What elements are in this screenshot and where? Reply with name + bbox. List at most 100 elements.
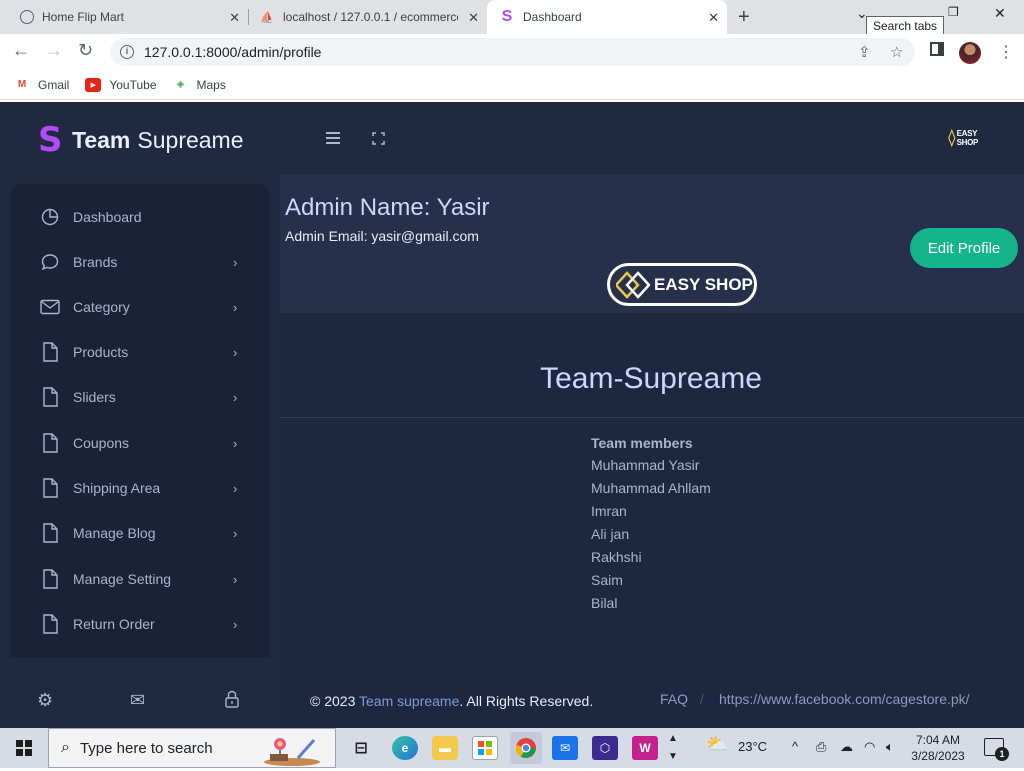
bookmark-maps[interactable]: ◈ Maps — [173, 78, 226, 92]
chevron-right-icon: › — [233, 299, 238, 315]
section-divider — [280, 417, 1024, 418]
close-window-icon[interactable]: ✕ — [994, 5, 1006, 22]
chevron-right-icon: › — [233, 480, 238, 496]
browser-tab-dashboard[interactable]: S Dashboard ✕ — [487, 0, 727, 34]
mail-icon — [40, 297, 60, 317]
sidebar-footer: ⚙ ✉ — [0, 682, 278, 722]
taskbar-search-placeholder: Type here to search — [79, 739, 213, 757]
lock-icon[interactable] — [224, 690, 240, 713]
windows-start-icon[interactable] — [16, 740, 32, 756]
chevron-right-icon: › — [233, 616, 238, 632]
bookmark-gmail[interactable]: M Gmail — [14, 78, 70, 92]
sidebar-item-return-order[interactable]: Return Order › — [10, 604, 270, 644]
chrome-icon[interactable] — [510, 732, 542, 764]
browser-tab-home-flip-mart[interactable]: Home Flip Mart ✕ — [0, 0, 248, 34]
reload-icon[interactable]: ↻ — [78, 40, 93, 61]
volume-icon[interactable]: 🔈︎ — [886, 739, 894, 755]
close-tab-icon[interactable]: ✕ — [708, 10, 719, 26]
visual-studio-icon[interactable]: ⬡ — [592, 736, 618, 760]
sidebar-item-manage-setting[interactable]: Manage Setting › — [10, 559, 270, 599]
file-icon — [40, 523, 60, 543]
onedrive-cloud-icon[interactable]: ☁ — [840, 739, 853, 755]
address-bar[interactable]: i 127.0.0.1:8000/admin/profile — [110, 38, 915, 66]
notification-center-icon[interactable]: 1 — [984, 738, 1009, 761]
sidebar-item-sliders[interactable]: Sliders › — [10, 377, 270, 417]
sidebar-item-category[interactable]: Category › — [10, 287, 270, 327]
notification-count: 1 — [995, 747, 1009, 761]
clock-time: 7:04 AM — [915, 733, 961, 747]
weather-temperature[interactable]: 23°C — [738, 739, 767, 754]
profile-avatar[interactable] — [959, 42, 981, 64]
team-title-text: Team-Supreame — [540, 362, 762, 395]
brand-s-icon: S — [38, 120, 63, 160]
admin-name: Admin Name: Yasir — [285, 194, 490, 221]
hamburger-menu-icon[interactable] — [326, 132, 340, 147]
tab-title: Dashboard — [523, 10, 582, 24]
team-member: Imran — [591, 503, 627, 519]
tab-title: Home Flip Mart — [42, 10, 125, 24]
mail-app-icon[interactable]: ✉ — [552, 736, 578, 760]
chevron-right-icon: › — [233, 571, 238, 587]
bookmark-star-icon[interactable]: ☆ — [890, 43, 903, 61]
kebab-menu-icon[interactable]: ⋮ — [998, 42, 1014, 62]
chevron-right-icon: › — [233, 525, 238, 541]
maps-icon: ◈ — [176, 79, 185, 90]
easy-shop-small-logo[interactable]: EASY SHOP — [948, 126, 990, 150]
clock-date: 3/28/2023 — [911, 749, 965, 763]
main-content: Team-Supreame Team members Muhammad Yasi… — [280, 313, 1024, 728]
file-explorer-icon[interactable]: ▬ — [432, 736, 458, 760]
sidebar-item-shipping-area[interactable]: Shipping Area › — [10, 468, 270, 508]
taskbar-clock[interactable]: 7:04 AM 3/28/2023 — [906, 732, 970, 764]
chevron-right-icon: › — [233, 389, 238, 405]
fullscreen-icon[interactable] — [372, 132, 385, 145]
admin-app: S Team Supreame Dashboard Brands › Categ… — [0, 102, 1024, 728]
close-tab-icon[interactable]: ✕ — [468, 10, 479, 26]
team-members-list: Team members Muhammad Yasir Muhammad Ahl… — [591, 435, 711, 618]
windows-taskbar: ⌕ Type here to search ⊟ e ▬ ✉ ⬡ W ▲ ▼ ⛅ 2… — [0, 728, 1024, 768]
microsoft-store-icon[interactable] — [472, 736, 498, 760]
team-member: Rakhshi — [591, 549, 642, 565]
task-view-icon[interactable]: ⊟ — [348, 736, 374, 760]
brand-logo[interactable]: S Team Supreame — [38, 120, 244, 160]
settings-gear-icon[interactable]: ⚙ — [37, 690, 53, 711]
wifi-icon[interactable]: ◠ — [864, 739, 875, 755]
new-tab-icon[interactable]: + — [738, 6, 750, 29]
side-panel-icon[interactable] — [930, 42, 944, 56]
bookmark-youtube[interactable]: ▶ YouTube — [85, 77, 157, 92]
back-icon[interactable]: ← — [12, 40, 30, 61]
team-title: Team-Supreame — [280, 362, 1024, 396]
admin-email: Admin Email: yasir@gmail.com — [285, 228, 479, 244]
sidebar-item-manage-blog[interactable]: Manage Blog › — [10, 513, 270, 553]
team-supreame-link[interactable]: Team supreame — [359, 693, 459, 709]
edge-browser-icon[interactable]: e — [392, 736, 418, 760]
sidebar-item-brands[interactable]: Brands › — [10, 242, 270, 282]
search-tabs-tooltip: Search tabs — [866, 16, 945, 36]
restore-window-icon[interactable]: ❐ — [948, 5, 959, 19]
sidebar-item-products[interactable]: Products › — [10, 332, 270, 372]
faq-link[interactable]: FAQ — [660, 691, 688, 707]
meet-now-icon[interactable]: ⎙ — [816, 739, 826, 755]
show-hidden-icons-icon[interactable]: ^ — [792, 739, 798, 754]
dashboard-icon — [40, 207, 60, 227]
sidebar-item-dashboard[interactable]: Dashboard — [10, 197, 270, 237]
close-tab-icon[interactable]: ✕ — [229, 10, 240, 26]
brand-name-bold: Team — [72, 126, 131, 153]
browser-tab-bar: Home Flip Mart ✕ ⛵ localhost / 127.0.0.1… — [0, 0, 1024, 36]
site-info-icon[interactable]: i — [120, 45, 134, 59]
edit-profile-button[interactable]: Edit Profile — [910, 228, 1018, 268]
file-icon — [40, 433, 60, 453]
wamp-icon[interactable]: W — [632, 736, 658, 760]
share-icon[interactable]: ⇪ — [858, 43, 871, 61]
sidebar-item-label: Shipping Area — [73, 480, 161, 496]
file-icon — [40, 614, 60, 634]
browser-tab-phpmyadmin[interactable]: ⛵ localhost / 127.0.0.1 / ecommerce ✕ — [249, 0, 487, 34]
forward-icon[interactable]: → — [45, 40, 63, 61]
chevron-right-icon: › — [233, 344, 238, 360]
team-member: Bilal — [591, 595, 618, 611]
bookmarks-bar: M Gmail ▶ YouTube ◈ Maps — [0, 70, 1024, 100]
sidebar-item-label: Products — [73, 344, 129, 360]
sidebar-item-coupons[interactable]: Coupons › — [10, 423, 270, 463]
taskbar-overflow-scroll-icon[interactable]: ▲ ▼ — [668, 730, 678, 766]
mail-icon[interactable]: ✉ — [130, 690, 145, 711]
facebook-link[interactable]: https://www.facebook.com/cagestore.pk/ — [719, 691, 970, 707]
